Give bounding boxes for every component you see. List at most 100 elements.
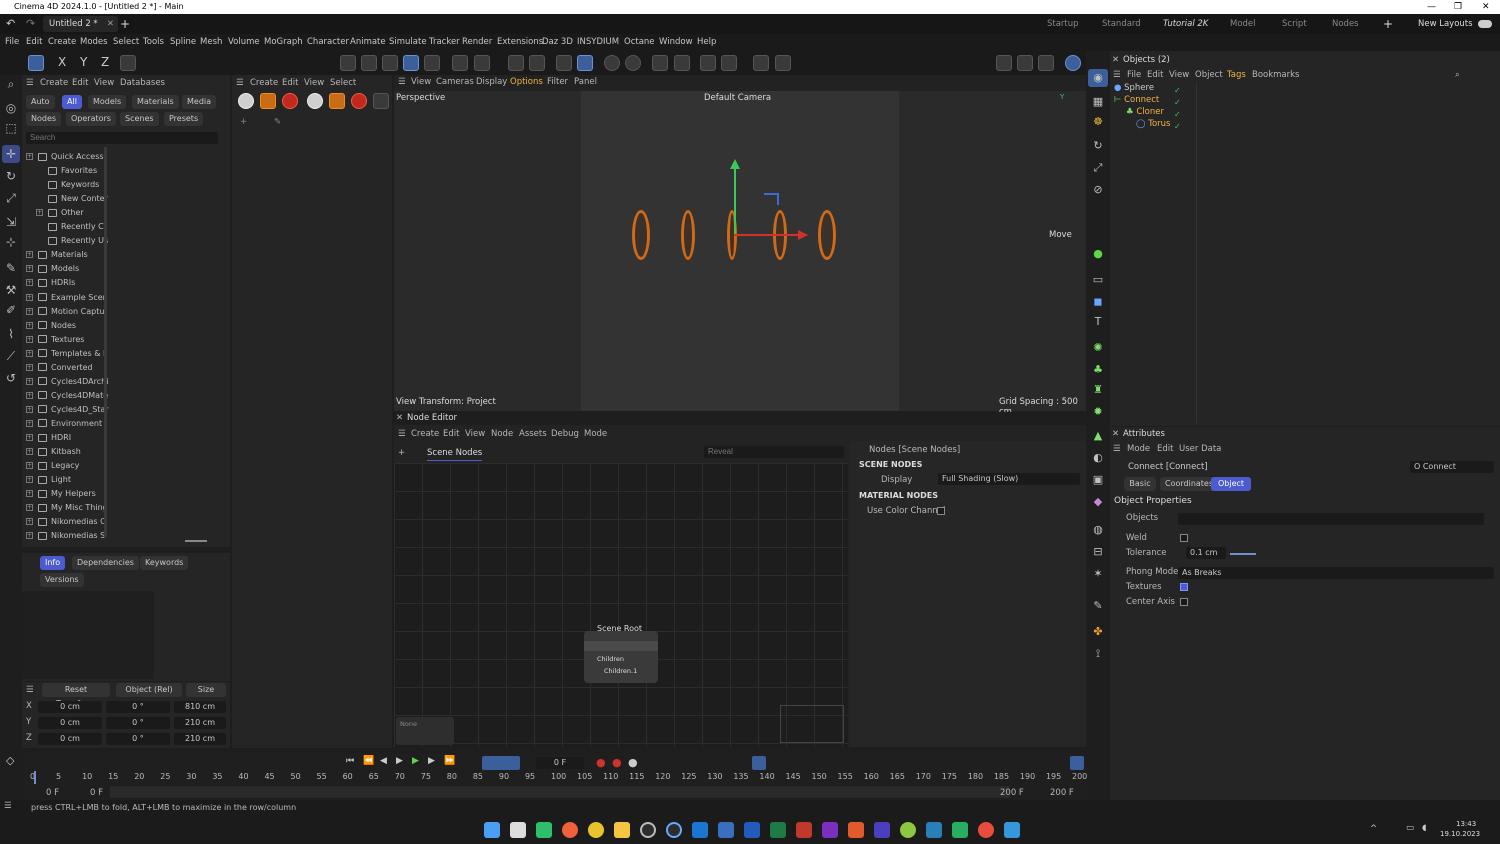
size-z-field[interactable]: 210 cm bbox=[174, 733, 226, 745]
grid-snap-icon[interactable] bbox=[577, 55, 593, 71]
y-axis-button[interactable]: Y bbox=[80, 55, 87, 69]
spline-pen-icon[interactable]: ✎ bbox=[2, 259, 20, 277]
app-icon[interactable] bbox=[536, 822, 552, 838]
asset-tree-item[interactable]: Keywords bbox=[36, 178, 99, 192]
next-key-icon[interactable]: ⏩ bbox=[444, 756, 455, 766]
points-mode-icon[interactable] bbox=[340, 55, 356, 71]
keywords-tab[interactable]: Keywords bbox=[140, 556, 189, 570]
object-row-sphere[interactable]: ● Sphere bbox=[1114, 83, 1196, 95]
character-icon[interactable]: ☸ bbox=[1088, 113, 1108, 131]
mm-menu-edit[interactable]: Edit bbox=[282, 76, 298, 90]
tolerance-input[interactable]: 0.1 cm bbox=[1186, 547, 1226, 559]
expand-icon[interactable]: + bbox=[26, 448, 33, 456]
display-dropdown[interactable]: Full Shading (Slow) bbox=[938, 473, 1080, 485]
uv-mode-icon[interactable] bbox=[424, 55, 440, 71]
filter-nodes[interactable]: Nodes bbox=[26, 112, 62, 126]
field-icon[interactable]: ▲ bbox=[1088, 427, 1108, 445]
symmetry-icon[interactable] bbox=[529, 55, 545, 71]
ne-menu-debug[interactable]: Debug bbox=[551, 427, 579, 441]
mirror-icon[interactable] bbox=[652, 55, 668, 71]
expand-icon[interactable]: + bbox=[26, 307, 33, 315]
preview-end-frame[interactable]: 200 F bbox=[1000, 788, 1024, 798]
preview-range-bar[interactable] bbox=[110, 786, 1010, 798]
asset-tree-item[interactable]: + Light bbox=[26, 473, 71, 487]
expand-icon[interactable]: + bbox=[26, 251, 33, 259]
app-icon[interactable] bbox=[978, 822, 994, 838]
layout-startup[interactable]: Startup bbox=[1047, 14, 1079, 34]
weld-checkbox[interactable] bbox=[1180, 534, 1188, 542]
material-swatch-icon[interactable] bbox=[329, 93, 345, 109]
render-picture-icon[interactable] bbox=[1017, 55, 1033, 71]
workplane-icon[interactable] bbox=[474, 55, 490, 71]
plugin-icon[interactable] bbox=[700, 55, 716, 71]
ne-menu-node[interactable]: Node bbox=[491, 427, 513, 441]
asset-tree-item[interactable]: + Legacy bbox=[26, 459, 79, 473]
expand-icon[interactable]: + bbox=[26, 462, 33, 470]
ne-menu-assets[interactable]: Assets bbox=[519, 427, 547, 441]
expand-icon[interactable]: + bbox=[26, 335, 33, 343]
z-axis-handle[interactable] bbox=[777, 193, 779, 205]
redo-icon[interactable]: ↷ bbox=[26, 14, 35, 34]
app-icon[interactable] bbox=[1004, 822, 1020, 838]
clock-date[interactable]: 19.10.2023 bbox=[1440, 830, 1480, 838]
pipette-icon[interactable]: ✎ bbox=[274, 115, 281, 129]
menu-character[interactable]: Character bbox=[307, 34, 349, 51]
coord-mode-dropdown[interactable]: Object (Rel) bbox=[116, 683, 182, 697]
navigator-none[interactable]: None bbox=[396, 717, 454, 745]
expand-icon[interactable]: + bbox=[26, 321, 33, 329]
expand-icon[interactable]: + bbox=[26, 377, 33, 385]
y-axis-arrow[interactable] bbox=[730, 159, 740, 169]
objects-link-field[interactable] bbox=[1178, 513, 1484, 525]
vp-menu-filter[interactable]: Filter bbox=[547, 75, 568, 89]
volume-icon[interactable]: ◖ bbox=[1422, 823, 1426, 833]
phong-mode-dropdown[interactable]: As Breaks bbox=[1178, 567, 1494, 579]
am-menu-edit[interactable]: Edit bbox=[1157, 442, 1173, 456]
octane-icon[interactable] bbox=[1065, 55, 1081, 71]
autokey-icon[interactable]: ● bbox=[612, 756, 622, 769]
cinema4d-active-icon[interactable] bbox=[666, 822, 682, 838]
filter-presets[interactable]: Presets bbox=[164, 112, 204, 126]
object-row-torus[interactable]: ◯ Torus bbox=[1136, 119, 1196, 131]
asset-tree-item[interactable]: + Models bbox=[26, 262, 79, 276]
timeline-graph-icon[interactable] bbox=[1070, 756, 1084, 770]
layout-toggle[interactable] bbox=[1478, 20, 1492, 28]
asset-tree-item[interactable]: + Environment bbox=[26, 417, 102, 431]
knife-icon[interactable]: ⟋ bbox=[2, 347, 20, 365]
x-axis-button[interactable]: X bbox=[58, 55, 66, 69]
new-layouts-button[interactable]: New Layouts bbox=[1418, 14, 1473, 34]
app-icon[interactable] bbox=[926, 822, 942, 838]
asset-tree-item[interactable]: + Other bbox=[36, 206, 84, 220]
layout-model[interactable]: Model bbox=[1230, 14, 1256, 34]
environment-icon[interactable]: ◍ bbox=[1088, 521, 1108, 539]
camera-label[interactable]: Default Camera bbox=[704, 93, 771, 103]
layout-script[interactable]: Script bbox=[1282, 14, 1307, 34]
selection-tools-icon[interactable]: ⬚ bbox=[2, 119, 20, 137]
menu-daz-3d[interactable]: Daz 3D bbox=[542, 34, 573, 51]
om-menu-bookmarks[interactable]: Bookmarks bbox=[1252, 68, 1300, 82]
expand-icon[interactable]: + bbox=[26, 279, 33, 287]
mm-menu-create[interactable]: Create bbox=[250, 76, 278, 90]
disable-icon[interactable]: ⊘ bbox=[1088, 181, 1108, 199]
asset-tree-item[interactable]: + HDRIs bbox=[26, 276, 75, 290]
asset-tree-item[interactable]: + Cycles4DMate bbox=[26, 389, 108, 403]
rotate-tool-icon[interactable]: ↻ bbox=[2, 167, 20, 185]
size-y-field[interactable]: 210 cm bbox=[174, 717, 226, 729]
filter-operators[interactable]: Operators bbox=[66, 112, 116, 126]
dependencies-tab[interactable]: Dependencies bbox=[72, 556, 139, 570]
om-menu-icon[interactable]: ☰ bbox=[1113, 68, 1121, 82]
floor-icon[interactable]: ⊟ bbox=[1088, 543, 1108, 561]
asset-tree-item[interactable]: + Converted bbox=[26, 361, 93, 375]
position-y-field[interactable]: 0 cm bbox=[38, 717, 102, 729]
shield-alt-icon[interactable] bbox=[775, 55, 791, 71]
maximize-icon[interactable]: ❐ bbox=[1454, 0, 1462, 14]
pen-icon[interactable]: ✎ bbox=[1088, 597, 1108, 615]
coords-menu-icon[interactable]: ☰ bbox=[26, 683, 34, 697]
light-icon[interactable]: ◐ bbox=[1088, 449, 1108, 467]
asset-tree-item[interactable]: Recently Us bbox=[36, 234, 108, 248]
asset-tree-item[interactable]: + Motion Captu bbox=[26, 305, 104, 319]
cube-icon[interactable]: ◼ bbox=[1088, 293, 1108, 311]
textures-checkbox[interactable] bbox=[1180, 583, 1188, 591]
vp-menu-display[interactable]: Display bbox=[476, 75, 507, 89]
om-menu-tags[interactable]: Tags bbox=[1227, 68, 1246, 82]
asset-tree-item[interactable]: + Cycles4DArchi bbox=[26, 375, 108, 389]
